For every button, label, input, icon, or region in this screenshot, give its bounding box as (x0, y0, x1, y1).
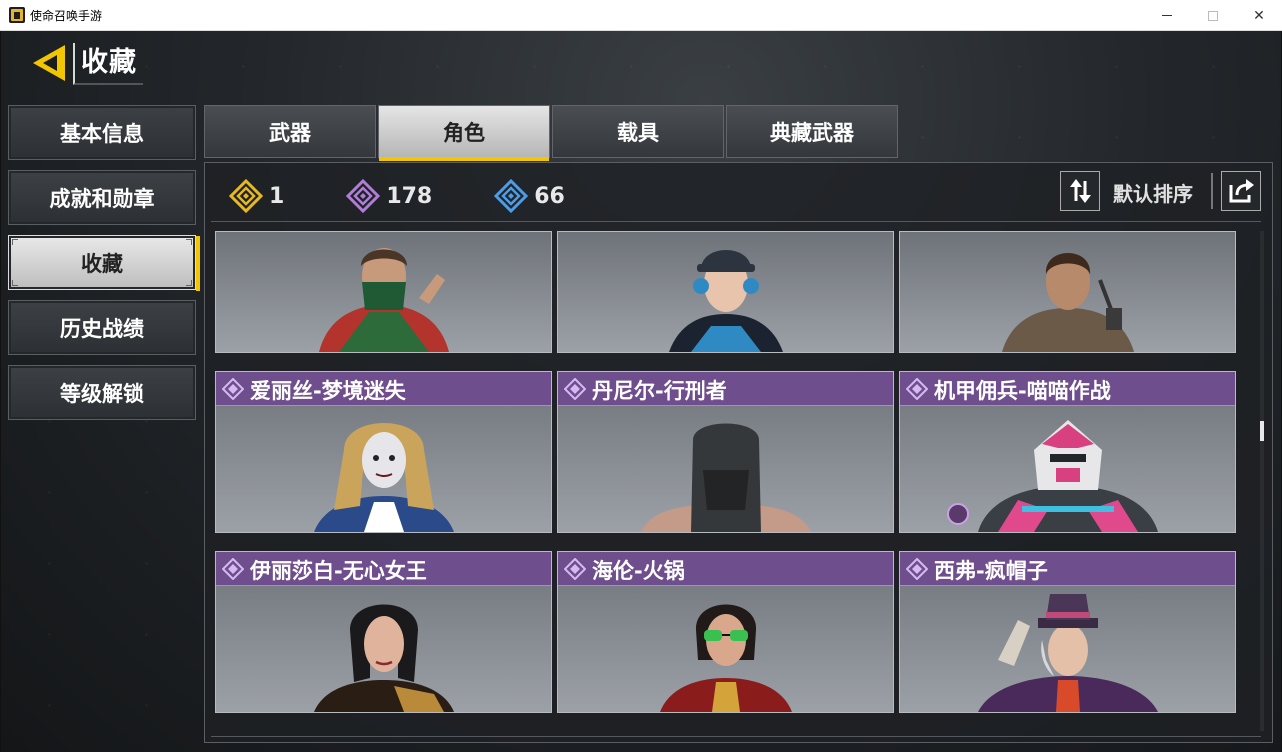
character-portrait (318, 248, 449, 352)
card-header: 爱丽丝-梦境迷失 (216, 372, 551, 406)
character-portrait (946, 420, 1158, 532)
card-header: 海伦-火锅 (558, 552, 893, 586)
minimize-icon (1162, 15, 1172, 16)
epic-quality-icon (222, 558, 244, 580)
sort-arrows-icon (1070, 179, 1091, 203)
character-name: 丹尼尔-行刑者 (592, 379, 727, 403)
tab-characters[interactable]: 角色 (378, 105, 550, 161)
epic-quality-icon (906, 558, 928, 580)
scrollbar-thumb[interactable] (1260, 421, 1264, 441)
back-arrow-icon (33, 45, 65, 81)
character-portrait (659, 604, 792, 712)
back-button[interactable] (29, 41, 69, 85)
share-button[interactable] (1221, 171, 1261, 211)
character-card[interactable] (557, 231, 894, 353)
stat-legendary: 1 (229, 179, 284, 213)
sidebar-item-collection[interactable]: 收藏 (8, 235, 200, 291)
character-name: 西弗-疯帽子 (934, 559, 1048, 583)
tab-label: 载具 (617, 120, 659, 145)
sidebar: 基本信息 成就和勋章 收藏 历史战绩 等级解锁 (8, 105, 200, 430)
tab-label: 角色 (443, 120, 485, 145)
stat-rare: 66 (494, 179, 565, 213)
character-card[interactable]: 海伦-火锅 (557, 551, 894, 713)
epic-quality-icon (564, 378, 586, 400)
maximize-button[interactable] (1190, 0, 1236, 31)
tab-weapons[interactable]: 武器 (204, 105, 376, 158)
sidebar-item-level-unlock[interactable]: 等级解锁 (8, 365, 196, 420)
divider (211, 736, 1261, 737)
sidebar-item-basic-info[interactable]: 基本信息 (8, 105, 196, 160)
epic-quality-icon (222, 378, 244, 400)
tab-label: 武器 (269, 120, 311, 145)
share-icon (1229, 179, 1254, 203)
card-header: 丹尼尔-行刑者 (558, 372, 893, 406)
card-header: 西弗-疯帽子 (900, 552, 1235, 586)
page-title: 收藏 (73, 43, 143, 85)
sort-button[interactable] (1060, 171, 1100, 211)
sidebar-item-label: 成就和勋章 (49, 186, 155, 211)
minimize-button[interactable] (1144, 0, 1190, 31)
tab-vehicles[interactable]: 载具 (552, 105, 724, 158)
epic-quality-icon (564, 558, 586, 580)
character-name: 伊丽莎白-无心女王 (250, 559, 427, 583)
category-tabs: 武器 角色 载具 典藏武器 (204, 105, 900, 161)
character-card[interactable]: 西弗-疯帽子 (899, 551, 1236, 713)
divider (211, 221, 1261, 222)
character-portrait (977, 594, 1158, 712)
sidebar-item-label: 收藏 (81, 251, 123, 276)
scrollbar-track[interactable] (1260, 231, 1264, 731)
character-card[interactable]: 丹尼尔-行刑者 (557, 371, 894, 533)
close-button[interactable]: ✕ (1236, 0, 1282, 31)
divider (1211, 173, 1213, 209)
character-card[interactable]: 爱丽丝-梦境迷失 (215, 371, 552, 533)
character-name: 海伦-火锅 (592, 559, 685, 583)
gold-diamond-icon (229, 179, 263, 213)
card-header: 伊丽莎白-无心女王 (216, 552, 551, 586)
character-grid: 爱丽丝-梦境迷失 丹尼尔-行刑者 机甲佣兵-喵喵作战 伊丽莎白-无心女王 海伦-… (215, 231, 1239, 734)
stat-value: 178 (386, 183, 433, 209)
character-portrait (313, 423, 454, 532)
window-title: 使命召唤手游 (30, 9, 103, 23)
character-card[interactable] (215, 231, 552, 353)
card-header: 机甲佣兵-喵喵作战 (900, 372, 1235, 406)
character-card[interactable] (899, 231, 1236, 353)
sidebar-item-label: 历史战绩 (60, 316, 144, 341)
tab-classic-weapons[interactable]: 典藏武器 (726, 105, 898, 158)
character-portrait (1001, 253, 1134, 352)
sort-label[interactable]: 默认排序 (1113, 178, 1193, 207)
character-portrait (313, 604, 454, 712)
character-card[interactable]: 伊丽莎白-无心女王 (215, 551, 552, 713)
character-portrait (640, 423, 811, 532)
window-titlebar: 使命召唤手游 ✕ (0, 0, 1282, 31)
rarity-stats: 1 178 66 (229, 179, 627, 213)
stat-epic: 178 (346, 179, 432, 213)
stat-value: 66 (534, 183, 565, 209)
sidebar-item-achievements[interactable]: 成就和勋章 (8, 170, 196, 225)
character-name: 爱丽丝-梦境迷失 (250, 379, 406, 403)
character-portrait (668, 250, 783, 352)
character-name: 机甲佣兵-喵喵作战 (934, 379, 1111, 403)
blue-diamond-icon (494, 179, 529, 213)
purple-diamond-icon (346, 179, 381, 213)
sidebar-item-label: 等级解锁 (60, 381, 144, 406)
stat-value: 1 (269, 183, 285, 209)
character-card[interactable]: 机甲佣兵-喵喵作战 (899, 371, 1236, 533)
sidebar-item-history[interactable]: 历史战绩 (8, 300, 196, 355)
app-icon (9, 7, 25, 23)
tab-label: 典藏武器 (770, 120, 854, 145)
collection-panel: 1 178 66 默认排序 爱丽丝-梦境迷失 丹尼尔-行刑者 机甲佣兵-喵喵作战… (204, 162, 1273, 743)
close-icon: ✕ (1253, 7, 1265, 24)
epic-quality-icon (906, 378, 928, 400)
maximize-icon (1208, 10, 1218, 21)
game-viewport: 收藏 基本信息 成就和勋章 收藏 历史战绩 等级解锁 武器 角色 载具 典藏武器 (0, 31, 1282, 752)
sidebar-item-label: 基本信息 (60, 121, 144, 146)
